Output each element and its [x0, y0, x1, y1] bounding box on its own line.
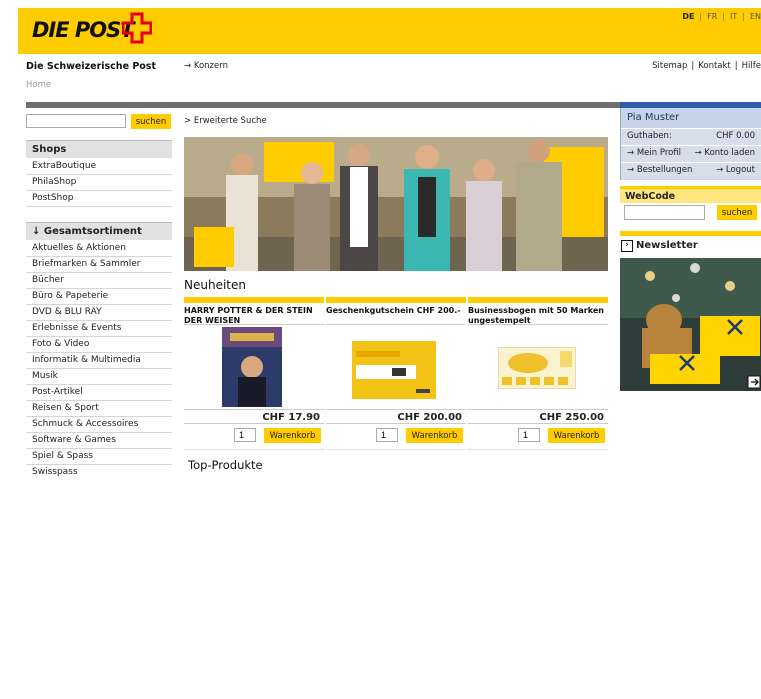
category-item[interactable]: Swisspass: [26, 465, 172, 477]
lang-it[interactable]: IT: [730, 12, 737, 21]
category-item[interactable]: Büro & Papeterie: [26, 289, 172, 305]
product-title[interactable]: Businessbogen mit 50 Marken ungestempelt: [468, 303, 608, 325]
search-input[interactable]: [26, 114, 126, 128]
quantity-input[interactable]: [376, 428, 398, 442]
hilfe-link[interactable]: Hilfe: [742, 61, 761, 71]
category-item[interactable]: Informatik & Multimedia: [26, 353, 172, 369]
sortiment-heading[interactable]: ↓ Gesamtsortiment: [26, 222, 172, 240]
profile-row: → Mein Profil → Konto laden: [621, 145, 761, 162]
brand-line: Die Schweizerische Post: [26, 61, 157, 72]
balance-label: Guthaben:: [627, 131, 672, 141]
shop-item[interactable]: ExtraBoutique: [26, 159, 172, 175]
product-price: CHF 250.00: [468, 409, 608, 424]
category-item[interactable]: Spiel & Spass: [26, 449, 172, 465]
header-band: DIE POST DE | FR | IT | EN: [18, 8, 761, 54]
extended-search-link[interactable]: > Erweiterte Suche: [184, 116, 267, 126]
category-item[interactable]: Erlebnisse & Events: [26, 321, 172, 337]
search-button[interactable]: suchen: [131, 114, 171, 129]
row-divider: [184, 449, 324, 450]
harry-potter-dvd-image[interactable]: [222, 327, 282, 407]
post-logo[interactable]: DIE POST: [32, 18, 135, 42]
category-item[interactable]: Reisen & Sport: [26, 401, 172, 417]
row-divider: [326, 449, 466, 450]
logout-link[interactable]: → Logout: [716, 165, 755, 175]
hero-banner-image: [184, 137, 608, 271]
lang-en[interactable]: EN: [750, 12, 761, 21]
shops-heading: Shops: [26, 140, 172, 158]
swiss-cross-logo-icon: [122, 12, 152, 44]
category-item[interactable]: DVD & BLU RAY: [26, 305, 172, 321]
category-item[interactable]: Bücher: [26, 273, 172, 289]
konzern-link[interactable]: → Konzern: [184, 61, 228, 71]
webcode-input[interactable]: [624, 205, 705, 220]
quantity-input[interactable]: [234, 428, 256, 442]
gift-voucher-image[interactable]: [352, 341, 436, 399]
newsletter-teaser-image[interactable]: [620, 258, 761, 391]
neuheiten-heading: Neuheiten: [184, 278, 246, 292]
newsletter-heading[interactable]: Newsletter: [620, 238, 761, 256]
product-price: CHF 17.90: [184, 409, 324, 424]
orders-row: → Bestellungen → Logout: [621, 162, 761, 179]
cart-row: Warenkorb: [326, 427, 466, 450]
breadcrumb[interactable]: Home: [26, 80, 51, 90]
product-card: Businessbogen mit 50 Marken ungestempelt…: [468, 297, 608, 450]
product-price: CHF 200.00: [326, 409, 466, 424]
cart-row: Warenkorb: [468, 427, 608, 450]
product-image-box: [468, 325, 608, 409]
product-image-box: [184, 325, 324, 409]
add-to-cart-button[interactable]: Warenkorb: [548, 428, 605, 443]
category-item[interactable]: Aktuelles & Aktionen: [26, 241, 172, 257]
user-name: Pia Muster: [621, 108, 761, 128]
category-item[interactable]: Software & Games: [26, 433, 172, 449]
category-item[interactable]: Musik: [26, 369, 172, 385]
language-switcher: DE | FR | IT | EN: [682, 12, 761, 21]
sitemap-link[interactable]: Sitemap: [652, 61, 687, 71]
webcode-heading: WebCode: [620, 186, 761, 203]
cart-row: Warenkorb: [184, 427, 324, 450]
top-nav: Sitemap | Kontakt | Hilfe: [652, 61, 761, 71]
my-profile-link[interactable]: → Mein Profil: [627, 148, 681, 158]
lang-de[interactable]: DE: [682, 12, 694, 21]
category-item[interactable]: Schmuck & Accessoires: [26, 417, 172, 433]
topup-account-link[interactable]: → Konto laden: [695, 148, 755, 158]
divider-bar: [26, 102, 620, 108]
orders-link[interactable]: → Bestellungen: [627, 165, 692, 175]
webcode-search-button[interactable]: suchen: [717, 205, 757, 220]
product-card: HARRY POTTER & DER STEIN DER WEISEN CHF …: [184, 297, 324, 450]
category-item[interactable]: Foto & Video: [26, 337, 172, 353]
kontakt-link[interactable]: Kontakt: [698, 61, 731, 71]
product-card: Geschenkgutschein CHF 200.- CHF 200.00 W…: [326, 297, 466, 450]
shop-item[interactable]: PhilaShop: [26, 175, 172, 191]
webcode-divider: [620, 231, 761, 236]
product-title[interactable]: Geschenkgutschein CHF 200.-: [326, 303, 466, 325]
product-title[interactable]: HARRY POTTER & DER STEIN DER WEISEN: [184, 303, 324, 325]
top-products-heading: Top-Produkte: [188, 458, 263, 472]
user-account-box: Pia Muster Guthaben: CHF 0.00 → Mein Pro…: [620, 108, 761, 180]
lang-fr[interactable]: FR: [707, 12, 717, 21]
sortiment-list: Aktuelles & Aktionen Briefmarken & Samml…: [26, 241, 172, 477]
category-item[interactable]: Briefmarken & Sammler: [26, 257, 172, 273]
business-stamp-sheet-image[interactable]: [498, 347, 576, 389]
category-item[interactable]: Post-Artikel: [26, 385, 172, 401]
balance-row: Guthaben: CHF 0.00: [621, 128, 761, 145]
product-image-box: [326, 325, 466, 409]
shops-list: ExtraBoutique PhilaShop PostShop: [26, 159, 172, 207]
add-to-cart-button[interactable]: Warenkorb: [406, 428, 463, 443]
shop-item[interactable]: PostShop: [26, 191, 172, 207]
row-divider: [468, 449, 608, 450]
balance-value: CHF 0.00: [716, 131, 755, 141]
quantity-input[interactable]: [518, 428, 540, 442]
add-to-cart-button[interactable]: Warenkorb: [264, 428, 321, 443]
